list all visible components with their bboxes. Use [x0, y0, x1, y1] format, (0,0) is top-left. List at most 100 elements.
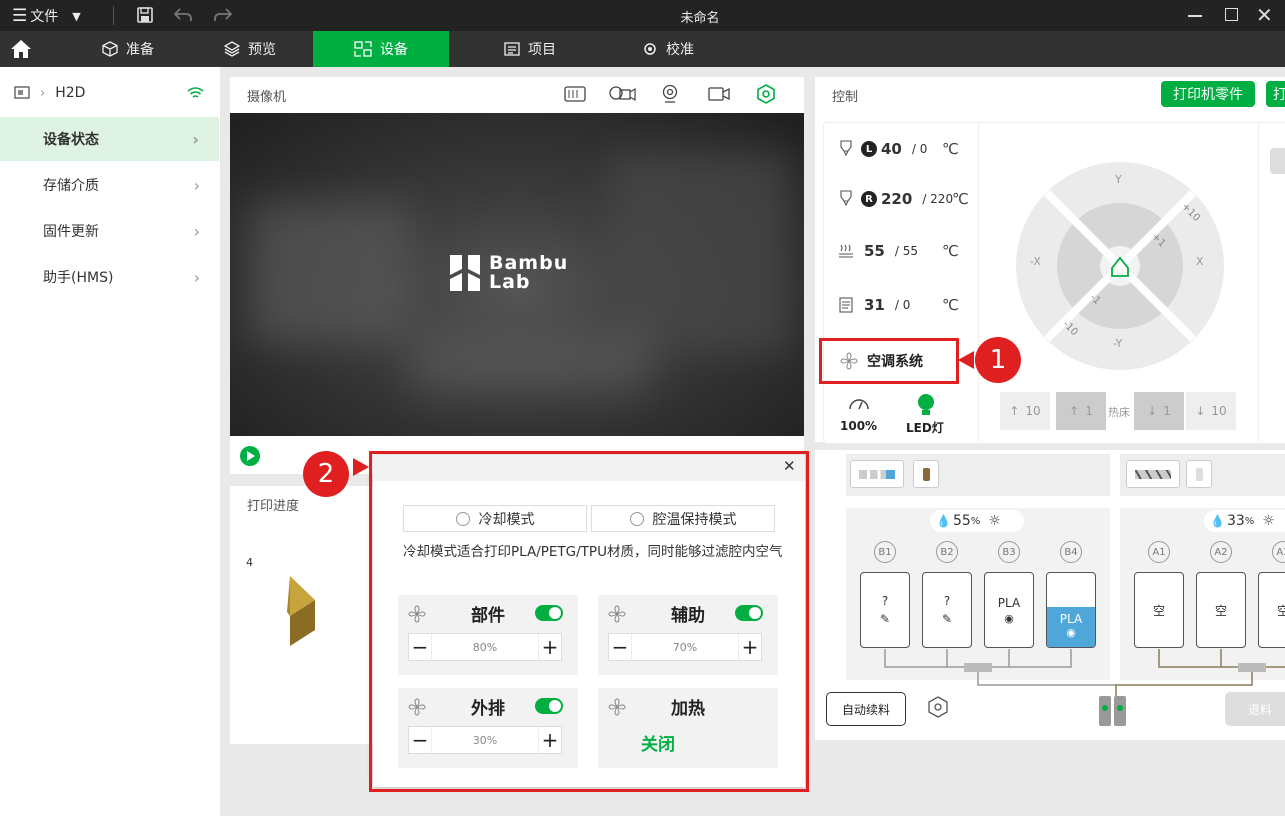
annotation-arrow-1 [958, 351, 974, 369]
chevron-right-icon: › [193, 267, 200, 287]
annotation-box-2 [369, 451, 809, 792]
speed-gauge-icon[interactable] [848, 395, 870, 411]
ams-left-humidity[interactable]: 💧 55 % ☼ [930, 510, 1024, 532]
printer-icon [14, 85, 30, 99]
sidebar-item-hms[interactable]: 助手(HMS) › [0, 255, 220, 299]
tab-preview[interactable]: 预览 [190, 31, 310, 67]
right-badge: R [861, 191, 877, 207]
nozzle-right-temp[interactable]: R 220 / 220 ℃ [838, 190, 969, 208]
sun-icon: ☼ [1262, 513, 1275, 529]
save-icon[interactable] [136, 6, 154, 24]
play-button[interactable] [240, 446, 260, 466]
sidebar: › H2D 设备状态 › 存储介质 › 固件更新 › 助手(HMS) › [0, 67, 220, 816]
sun-icon: ☼ [988, 513, 1001, 529]
ams-right-selector[interactable] [1126, 460, 1180, 488]
slot-label-a1: A1 [1148, 541, 1170, 563]
chevron-down-icon: ▼ [72, 9, 81, 23]
unload-button[interactable]: 退料 [1225, 692, 1285, 726]
printer-parts-button[interactable]: 打印机零件 [1161, 81, 1255, 107]
wifi-icon [187, 87, 204, 98]
layers-icon [224, 41, 240, 57]
chevron-right-icon: › [193, 175, 200, 195]
annotation-arrow-2 [353, 458, 369, 476]
plate-number: 4 [246, 556, 253, 569]
led-bulb-icon[interactable] [915, 393, 937, 417]
video-camera-icon[interactable] [708, 86, 730, 102]
close-button[interactable]: ✕ [1256, 3, 1273, 27]
home-icon[interactable] [10, 38, 32, 60]
tab-device[interactable]: 设备 [313, 31, 449, 67]
device-icon [354, 41, 372, 57]
webcam-icon[interactable] [661, 84, 679, 104]
bed-down-1-button[interactable]: ↓ 1 [1134, 392, 1184, 430]
bed-up-10-button[interactable]: ↑ 10 [1000, 392, 1050, 430]
window-title: 未命名 [680, 11, 720, 26]
annotation-box-1 [819, 338, 959, 384]
nozzle-icon [840, 190, 852, 207]
tab-project[interactable]: 项目 [470, 31, 590, 67]
extra-action-button[interactable]: 打 [1266, 81, 1285, 107]
control-divider [978, 124, 979, 442]
ams-slot-b1[interactable]: ? ✎ [860, 572, 910, 648]
chamber-icon [839, 297, 853, 313]
model-thumbnail [287, 576, 315, 646]
edit-icon: ✎ [941, 612, 953, 626]
maximize-button[interactable] [1225, 8, 1238, 21]
ams-slot-a1[interactable]: 空 [1134, 572, 1184, 648]
sd-card-icon[interactable] [564, 85, 586, 103]
slot-label-b4: B4 [1060, 541, 1082, 563]
title-bar: ☰ 文件 ▼ 未命名 ✕ [0, 0, 1285, 31]
auto-refill-button[interactable]: 自动续料 [826, 692, 906, 726]
progress-title: 打印进度 [247, 499, 300, 514]
device-selector[interactable]: › H2D [14, 83, 204, 103]
ams-settings-icon[interactable] [925, 695, 951, 721]
droplet-icon: 💧 [936, 514, 951, 528]
slot-label-b3: B3 [998, 541, 1020, 563]
edit-icon: ✎ [879, 612, 891, 626]
led-label: LED灯 [906, 421, 944, 435]
nozzle-left-temp[interactable]: L 40 / 0 ℃ [838, 140, 959, 158]
ams-right-external-spool[interactable] [1186, 460, 1212, 488]
redo-icon[interactable] [214, 7, 232, 23]
speed-value: 100% [840, 419, 878, 433]
nozzle-icon [840, 140, 852, 157]
bed-down-10-button[interactable]: ↓ 10 [1186, 392, 1236, 430]
chevron-right-icon: › [192, 129, 199, 149]
divider [113, 6, 114, 25]
device-name: H2D [55, 85, 86, 101]
file-menu[interactable]: ☰ 文件 ▼ [12, 6, 81, 26]
ams-left-selector[interactable] [850, 460, 904, 488]
ams-slot-b3[interactable]: PLA ◉ [984, 572, 1034, 648]
ams-slot-b4[interactable]: PLA ◉ [1046, 572, 1096, 648]
sidebar-item-device-status[interactable]: 设备状态 › [0, 117, 219, 161]
hamburger-icon: ☰ [12, 6, 28, 26]
ams-slot-a2[interactable]: 空 [1196, 572, 1246, 648]
camera-title: 摄像机 [247, 90, 287, 105]
jog-y-plus[interactable]: Y [1115, 173, 1122, 186]
sidebar-item-storage[interactable]: 存储介质 › [0, 163, 220, 207]
ams-right-humidity[interactable]: 💧 33 % ☼ [1204, 510, 1285, 532]
ams-slot-b2[interactable]: ? ✎ [922, 572, 972, 648]
annotation-badge-2: 2 [303, 451, 349, 497]
ams-slot-a3[interactable]: 空 [1258, 572, 1285, 648]
tab-calibration[interactable]: 校准 [608, 31, 728, 67]
bed-temp[interactable]: 55 / 55 ℃ [838, 242, 959, 260]
side-toggle[interactable] [1270, 148, 1285, 174]
settings-hex-icon[interactable] [756, 84, 776, 104]
jog-x-minus[interactable]: -X [1030, 255, 1041, 268]
chamber-temp[interactable]: 31 / 0 ℃ [838, 296, 959, 314]
record-video-icon[interactable] [608, 85, 636, 103]
minimize-button[interactable] [1188, 8, 1202, 22]
cube-icon [102, 41, 118, 57]
extruder-indicator [1099, 696, 1129, 726]
ams-left-external-spool[interactable] [913, 460, 939, 488]
main-tab-bar: 准备 预览 设备 项目 校准 [0, 31, 1285, 67]
jog-x-plus[interactable]: X [1196, 255, 1204, 268]
bed-up-1-button[interactable]: ↑ 1 [1056, 392, 1106, 430]
undo-icon[interactable] [174, 7, 192, 23]
sidebar-item-firmware[interactable]: 固件更新 › [0, 209, 220, 253]
tab-prepare[interactable]: 准备 [68, 31, 188, 67]
bed-label: 热床 [1108, 406, 1130, 419]
slot-label-b1: B1 [874, 541, 896, 563]
jog-y-minus[interactable]: -Y [1113, 337, 1122, 350]
